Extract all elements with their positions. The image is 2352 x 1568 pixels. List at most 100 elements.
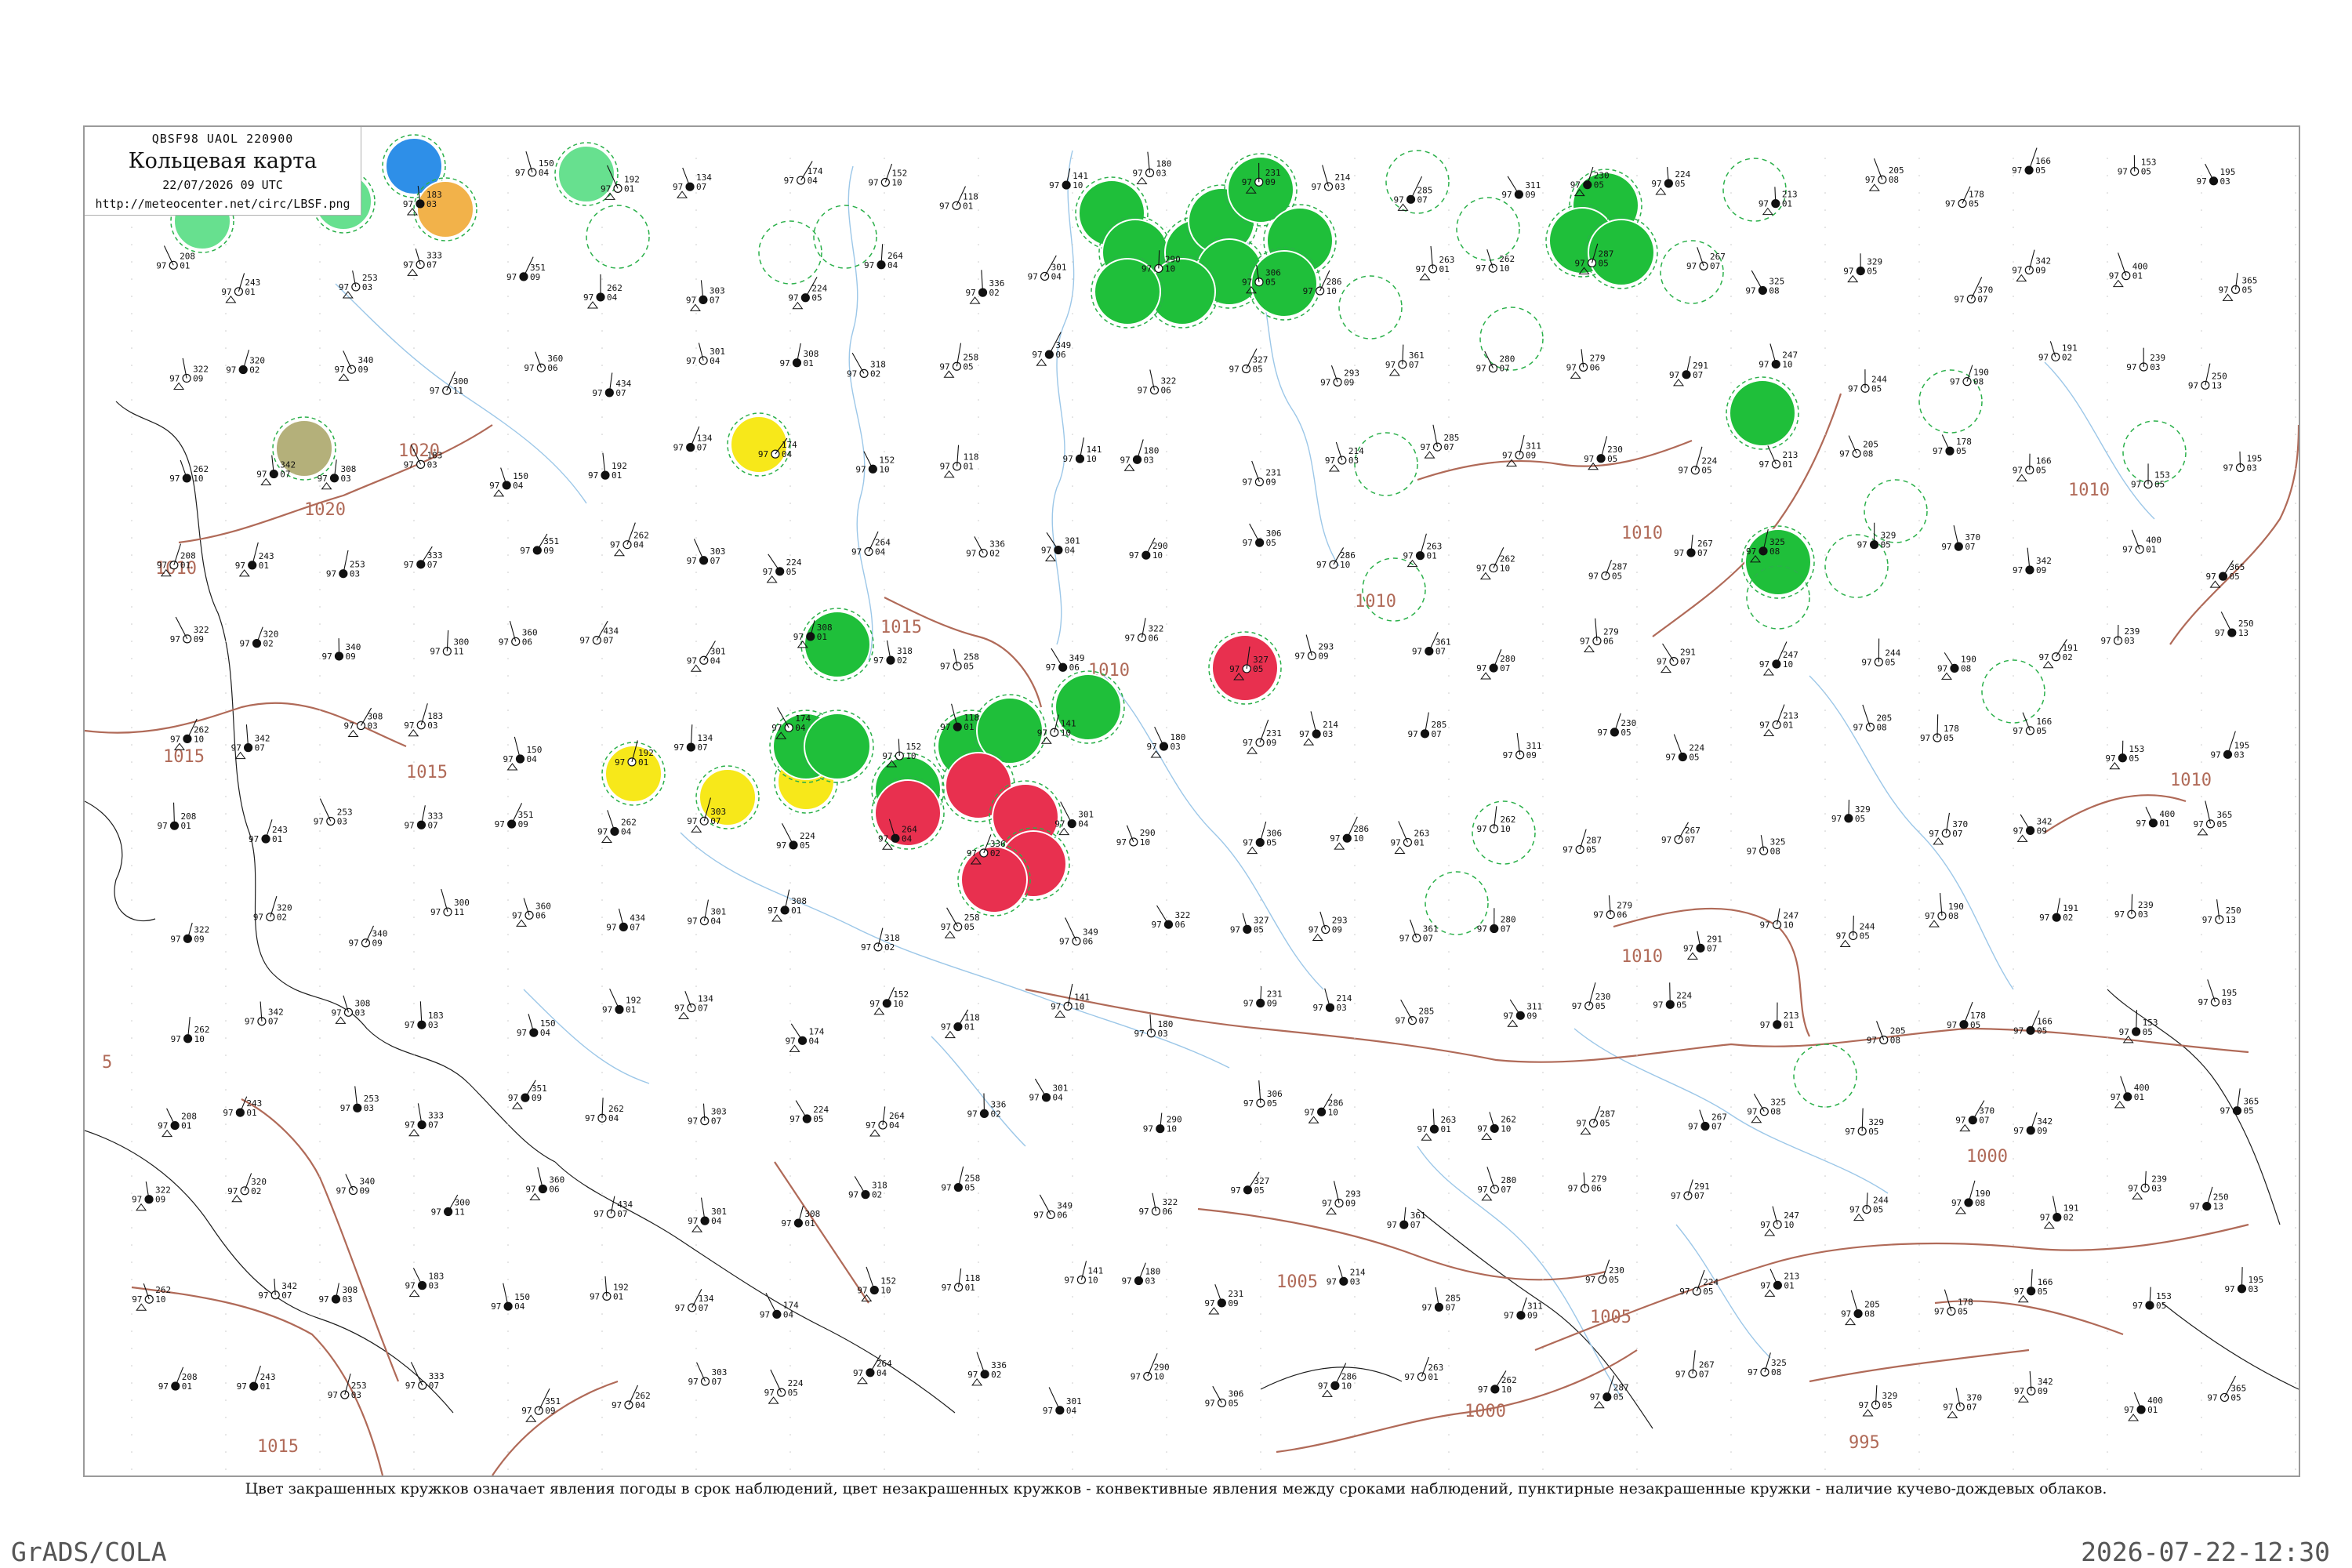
grid-dot xyxy=(1072,1451,1073,1453)
station-plot: 19597 03 xyxy=(2198,979,2237,1007)
station-plot: 28597 07 xyxy=(1395,1000,1434,1026)
grid-dot xyxy=(413,520,415,521)
station-plot: 28097 07 xyxy=(1475,350,1515,374)
grid-dot xyxy=(1260,1054,1261,1056)
shower-symbol xyxy=(2109,761,2121,770)
grid-dot xyxy=(1636,1296,1638,1298)
map-source-url[interactable]: http://meteocenter.net/circ/LBSF.png xyxy=(85,197,361,211)
grid-dot xyxy=(225,330,227,332)
station-plot: 19097 08 xyxy=(1951,1180,1991,1214)
grid-dot xyxy=(1448,1244,1450,1246)
grid-dot xyxy=(1260,1227,1261,1229)
grid-dot xyxy=(695,399,697,401)
grid-dot xyxy=(1260,1399,1261,1401)
grid-dot xyxy=(789,347,791,349)
grid-dot xyxy=(2295,899,2296,901)
station-temp: 97 xyxy=(1759,659,1769,670)
grid-dot xyxy=(1448,848,1450,849)
grid-dot xyxy=(1918,1382,1920,1384)
station-plot: 33697 02 xyxy=(966,536,1005,559)
station-tendency: 08 xyxy=(1948,911,1958,921)
station-temp: 97 xyxy=(1675,1369,1686,1379)
grid-dot xyxy=(1918,278,1920,280)
grid-dot xyxy=(1448,692,1450,694)
grid-dot xyxy=(1448,1054,1450,1056)
grid-dot xyxy=(1730,1279,1732,1280)
grid-dot xyxy=(507,623,509,625)
grid-dot xyxy=(978,503,979,504)
grid-dot xyxy=(413,1279,415,1280)
grid-dot xyxy=(1260,727,1261,728)
station-temp: 97 xyxy=(1387,1220,1397,1230)
station-temp: 97 xyxy=(158,1121,168,1131)
grid-dot xyxy=(1824,520,1826,521)
grid-dot xyxy=(601,399,603,401)
shower-symbol xyxy=(1751,1115,1762,1123)
grid-dot xyxy=(225,1279,227,1280)
shower-symbol xyxy=(1763,728,1775,736)
synoptic-map: 1010102010201015101510101015101010101010… xyxy=(85,134,2299,1475)
grid-dot xyxy=(319,244,321,245)
grid-dot xyxy=(978,330,979,332)
grid-dot xyxy=(1542,1417,1544,1418)
station-tendency: 09 xyxy=(543,546,554,556)
isobar-label: 1010 xyxy=(2170,771,2212,790)
grid-dot xyxy=(319,1106,321,1108)
station-plot: 19297 01 xyxy=(588,452,627,481)
station-plot: 26497 04 xyxy=(853,1354,892,1385)
station-plot: 22497 05 xyxy=(1665,734,1705,763)
station-tendency: 09 xyxy=(532,1093,542,1103)
grid-dot xyxy=(319,1020,321,1022)
station-temp: 97 xyxy=(2039,652,2049,662)
grid-dot xyxy=(1636,1348,1638,1349)
station-tendency: 06 xyxy=(1162,1207,1172,1217)
grid-dot xyxy=(1448,606,1450,608)
grid-dot xyxy=(1918,1451,1920,1453)
wind-barb xyxy=(1669,982,1671,1005)
grid-dot xyxy=(1542,485,1544,487)
station-temp: 97 xyxy=(1028,271,1038,281)
grid-dot xyxy=(413,1072,415,1073)
station-temp: 97 xyxy=(847,368,857,379)
station-tendency: 09 xyxy=(194,634,204,644)
station-plot: 43497 07 xyxy=(593,1196,633,1219)
grid-dot xyxy=(1824,1089,1826,1091)
station-tendency: 06 xyxy=(549,1185,559,1195)
grid-dot xyxy=(131,899,132,901)
station-plot: 17497 04 xyxy=(786,1023,825,1052)
grid-dot xyxy=(695,813,697,815)
grid-dot xyxy=(1918,227,1920,228)
grid-dot xyxy=(695,899,697,901)
grid-dot xyxy=(1730,330,1732,332)
grid-dot xyxy=(1542,278,1544,280)
shower-symbol xyxy=(1507,1019,1519,1027)
grid-dot xyxy=(2295,710,2296,711)
grid-dot xyxy=(2201,1434,2202,1436)
wind-barb xyxy=(1853,915,1854,936)
grid-dot xyxy=(1448,192,1450,194)
station-tendency: 07 xyxy=(1694,1191,1704,1201)
grid-dot xyxy=(789,641,791,642)
station-plot: 30897 03 xyxy=(331,995,370,1024)
grid-dot xyxy=(131,1244,132,1246)
grid-dot xyxy=(789,1054,791,1056)
station-tendency: 05 xyxy=(1599,258,1609,268)
station-tendency: 04 xyxy=(1066,1406,1077,1416)
grid-dot xyxy=(131,434,132,435)
grid-dot xyxy=(1072,1089,1073,1091)
station-plot: 35197 09 xyxy=(506,256,546,282)
grid-dot xyxy=(2295,606,2296,608)
station-temp: 97 xyxy=(1041,546,1051,556)
grid-dot xyxy=(1824,589,1826,590)
grid-dot xyxy=(2013,951,2014,953)
station-tendency: 09 xyxy=(358,365,368,375)
station-temp: 97 xyxy=(1597,728,1607,738)
grid-dot xyxy=(2201,1382,2202,1384)
station-temp: 97 xyxy=(1836,931,1846,941)
station-plot: 34297 09 xyxy=(2012,249,2051,282)
station-tendency: 01 xyxy=(1426,551,1436,561)
grid-dot xyxy=(1354,399,1356,401)
grid-dot xyxy=(1166,1382,1167,1384)
shower-symbol xyxy=(506,763,518,771)
grid-dot xyxy=(1542,692,1544,694)
